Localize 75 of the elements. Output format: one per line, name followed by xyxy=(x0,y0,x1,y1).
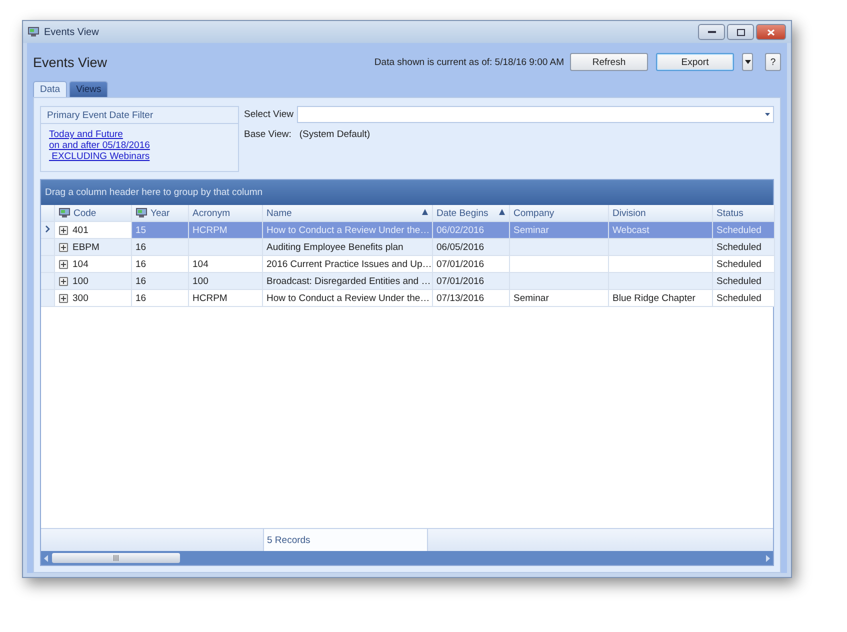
table-cell: Webcast xyxy=(612,224,650,236)
help-button[interactable]: ? xyxy=(765,53,781,71)
field-label: Base View: xyxy=(244,129,292,140)
dropdown-button[interactable] xyxy=(742,53,753,71)
table-cell: 104 xyxy=(192,258,208,270)
table-cell: 100 xyxy=(192,276,208,286)
window-title: Events View xyxy=(44,26,99,38)
table-row[interactable]: 401 15 HCRPM How to Conduct a Review Under the… 06/02/2016 Seminar Webcast Scheduled xyxy=(41,222,774,238)
table-cell: Scheduled xyxy=(716,258,762,270)
tab[interactable]: Data xyxy=(33,81,68,97)
table-cell: Seminar xyxy=(514,292,549,304)
page-title: Events View xyxy=(33,54,108,70)
column-header[interactable]: Code xyxy=(54,205,131,222)
table-cell: Scheduled xyxy=(716,292,762,304)
column-header[interactable]: Company xyxy=(509,205,608,222)
table-cell: Blue Ridge Chapter xyxy=(612,292,696,304)
close-icon[interactable] xyxy=(756,24,786,40)
table-cell: 16 xyxy=(136,292,146,304)
table-cell: EBPM xyxy=(72,242,100,252)
column-header[interactable]: Date Begins xyxy=(432,205,509,222)
column-header[interactable]: Name xyxy=(262,205,432,222)
scroll-left-icon[interactable] xyxy=(44,554,49,562)
table-cell: How to Conduct a Review Under the… xyxy=(266,292,430,304)
caret-icon xyxy=(744,60,750,64)
table-cell: 16 xyxy=(136,258,146,270)
table-cell: 15 xyxy=(136,224,146,236)
data-timestamp: Data shown is current as of: 5/18/16 9:00 AM xyxy=(374,56,564,68)
table-cell: How to Conduct a Review Under the… xyxy=(266,224,430,236)
table-cell: 06/02/2016 xyxy=(436,224,484,236)
filter-link[interactable]: Today and Future xyxy=(49,129,123,140)
scroll-right-icon[interactable] xyxy=(765,554,770,562)
filter-link[interactable]: EXCLUDING Webinars xyxy=(49,151,150,162)
column-header[interactable]: Year xyxy=(131,205,188,222)
horizontal-scrollbar[interactable] xyxy=(41,551,773,565)
group-by-hint: Drag a column header here to group by that column xyxy=(41,180,773,205)
column-header[interactable]: Division xyxy=(608,205,712,222)
action-button[interactable]: Export xyxy=(656,53,734,71)
table-cell: 300 xyxy=(72,292,88,304)
table-cell: 2016 Current Practice Issues and Up… xyxy=(266,258,431,270)
table-cell: Broadcast: Disregarded Entities and … xyxy=(266,276,431,286)
record-count: 5 Records xyxy=(263,529,428,551)
table-cell: Seminar xyxy=(514,224,549,236)
panel-title: Primary Event Date Filter xyxy=(47,110,154,120)
table-cell: 06/05/2016 xyxy=(436,242,484,252)
filter-link[interactable]: on and after 05/18/2016 xyxy=(49,140,150,151)
table-cell: 07/01/2016 xyxy=(436,276,484,286)
table-cell: 07/13/2016 xyxy=(436,292,484,304)
table-cell: HCRPM xyxy=(192,292,228,304)
maximize-icon[interactable] xyxy=(727,24,754,40)
minimize-icon[interactable] xyxy=(698,24,725,40)
scroll-thumb[interactable] xyxy=(52,553,180,563)
column-header[interactable]: Status xyxy=(712,205,774,222)
table-cell: 07/01/2016 xyxy=(436,258,484,270)
caret-icon xyxy=(765,113,770,116)
table-cell: Scheduled xyxy=(716,224,762,236)
table-cell: 16 xyxy=(136,242,146,252)
table-cell: Scheduled xyxy=(716,242,762,252)
table-cell: HCRPM xyxy=(192,224,228,236)
action-button[interactable]: Refresh xyxy=(570,53,648,71)
table-cell: Scheduled xyxy=(716,276,762,286)
table-row[interactable]: EBPM 16 Auditing Employee Benefits plan 06/05/2016 Scheduled xyxy=(41,238,774,256)
column-header[interactable]: Acronym xyxy=(188,205,262,222)
table-row[interactable]: 100 16 100 Broadcast: Disregarded Entities and … 07/01/2016 Scheduled xyxy=(41,272,774,290)
table-cell: 16 xyxy=(136,276,146,286)
view-select-field[interactable] xyxy=(297,106,774,123)
current-row-icon xyxy=(44,224,50,232)
table-row[interactable]: 104 16 104 2016 Current Practice Issues and Up… 07/01/2016 Scheduled xyxy=(41,256,774,272)
table-cell: 100 xyxy=(72,276,88,286)
table-row[interactable]: 300 16 HCRPM How to Conduct a Review Under the… 07/13/2016 Seminar Blue Ridge Chapter Scheduled xyxy=(41,290,774,306)
base-view-value: (System Default) xyxy=(299,129,370,140)
table-cell: 401 xyxy=(72,224,88,236)
table-cell: Auditing Employee Benefits plan xyxy=(266,242,404,252)
field-label: Select View xyxy=(244,109,294,120)
table-cell: 104 xyxy=(72,258,88,270)
monitor-icon xyxy=(28,27,39,37)
